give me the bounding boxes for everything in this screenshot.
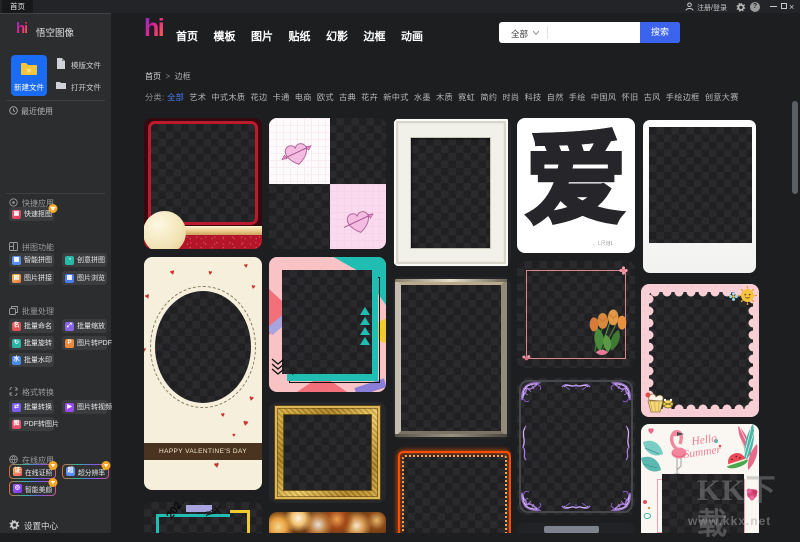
svg-text:Summer: Summer bbox=[683, 444, 723, 461]
